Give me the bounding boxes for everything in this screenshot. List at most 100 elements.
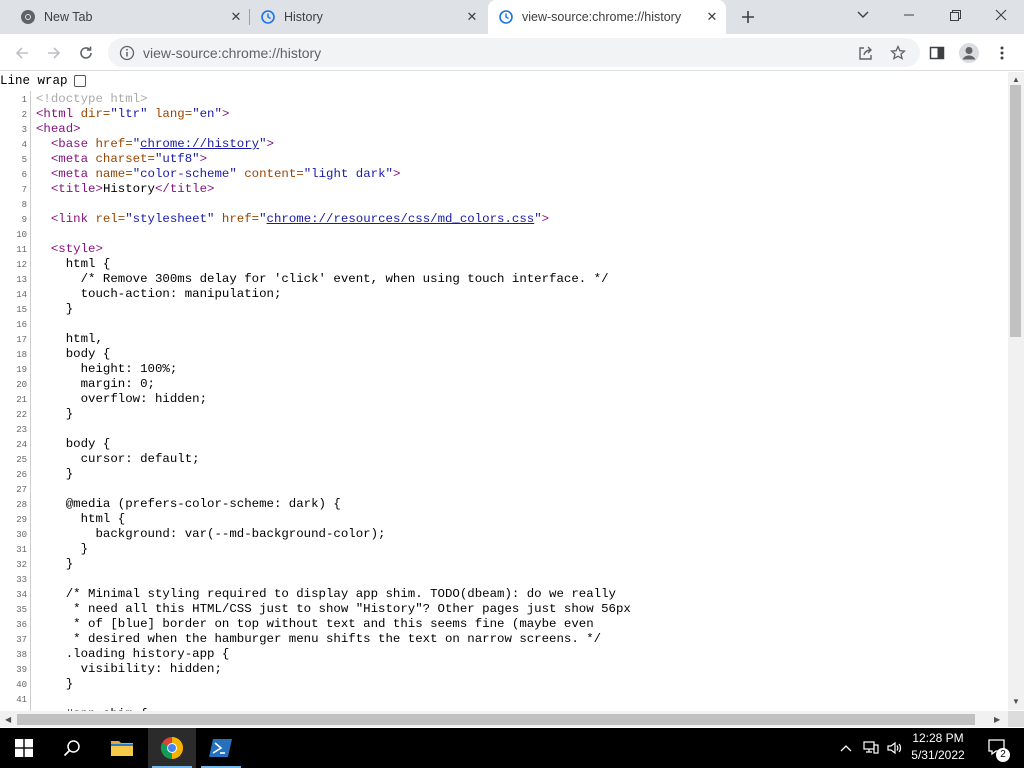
tab-view-source[interactable]: view-source:chrome://history ✕ <box>488 0 726 34</box>
line-content: /* Remove 300ms delay for 'click' event,… <box>36 272 609 286</box>
close-window-button[interactable] <box>978 0 1024 30</box>
source-token: } <box>36 407 74 421</box>
vertical-scrollbar-thumb[interactable] <box>1010 85 1021 337</box>
tab-history[interactable]: History ✕ <box>252 0 486 34</box>
volume-icon <box>887 741 902 755</box>
source-token: href= <box>221 212 260 226</box>
line-number: 25 <box>16 455 27 465</box>
source-token: href= <box>95 137 133 151</box>
taskbar-powershell[interactable] <box>197 728 245 768</box>
source-token: } <box>36 677 74 691</box>
address-bar[interactable]: view-source:chrome://history <box>108 38 920 67</box>
notifications-button[interactable]: 2 <box>978 728 1018 768</box>
source-token <box>36 152 51 166</box>
vertical-scrollbar[interactable]: ▲ ▼ <box>1008 72 1024 710</box>
source-line: 34 /* Minimal styling required to displa… <box>0 587 1008 602</box>
line-number: 2 <box>21 110 27 120</box>
scroll-up-arrow-icon[interactable]: ▲ <box>1012 76 1020 84</box>
source-token: name= <box>95 167 133 181</box>
line-wrap-checkbox[interactable] <box>73 75 86 87</box>
menu-icon <box>1000 46 1004 60</box>
close-icon <box>995 9 1007 21</box>
share-button[interactable] <box>853 40 879 66</box>
source-line: 26 } <box>0 467 1008 482</box>
tab-new-tab[interactable]: New Tab ✕ <box>12 0 250 34</box>
chevron-up-icon <box>840 745 852 752</box>
clock-time: 12:28 PM <box>912 731 964 745</box>
line-content: <head> <box>36 122 81 136</box>
back-button[interactable] <box>8 39 36 67</box>
source-token: <html <box>36 107 81 121</box>
source-line: 2 <html dir="ltr" lang="en"> <box>0 107 1008 122</box>
line-number: 32 <box>16 560 27 570</box>
source-token: > <box>221 107 230 121</box>
close-tab-icon[interactable]: ✕ <box>228 9 244 25</box>
system-clock[interactable]: 12:28 PM 5/31/2022 <box>906 730 970 766</box>
line-number: 15 <box>16 305 27 315</box>
line-content: <html dir="ltr" lang="en"> <box>36 107 229 121</box>
source-token: "ltr" <box>110 107 155 121</box>
source-token: visibility: hidden; <box>36 662 222 676</box>
history-icon <box>498 9 514 25</box>
close-tab-icon[interactable]: ✕ <box>464 9 480 25</box>
scroll-left-arrow-icon[interactable]: ◀ <box>5 715 11 724</box>
scroll-right-arrow-icon[interactable]: ▶ <box>994 715 1000 724</box>
source-line: 35 * need all this HTML/CSS just to show… <box>0 602 1008 617</box>
tab-title: view-source:chrome://history <box>522 10 682 24</box>
line-number: 17 <box>16 335 27 345</box>
line-content: height: 100%; <box>36 362 178 376</box>
line-content: <meta name="color-scheme" content="light… <box>36 167 401 181</box>
network-button[interactable] <box>860 728 882 768</box>
source-token: "en" <box>192 107 222 121</box>
notification-count-badge: 2 <box>996 748 1010 762</box>
tab-search-button[interactable] <box>840 0 886 30</box>
reload-button[interactable] <box>72 39 100 67</box>
source-line: 39 visibility: hidden; <box>0 662 1008 677</box>
line-number: 30 <box>16 530 27 540</box>
taskbar-chrome[interactable] <box>148 728 196 768</box>
volume-button[interactable] <box>884 728 906 768</box>
source-token: body { <box>36 347 111 361</box>
side-panel-button[interactable] <box>924 40 950 66</box>
star-icon <box>890 45 906 60</box>
line-number: 22 <box>16 410 27 420</box>
line-content: overflow: hidden; <box>36 392 207 406</box>
taskbar-file-explorer[interactable] <box>98 728 146 768</box>
line-number: 14 <box>16 290 27 300</box>
source-line: 19 height: 100%; <box>0 362 1008 377</box>
horizontal-scrollbar[interactable]: ◀ ▶ <box>0 711 1008 727</box>
source-link[interactable]: chrome://history <box>140 137 259 151</box>
line-number: 16 <box>16 320 27 330</box>
source-line: 38 .loading history-app { <box>0 647 1008 662</box>
share-icon <box>859 46 872 60</box>
source-token <box>36 212 51 226</box>
source-link[interactable]: chrome://resources/css/md_colors.css <box>267 212 535 226</box>
network-icon <box>863 741 879 754</box>
source-line: 28 @media (prefers-color-scheme: dark) { <box>0 497 1008 512</box>
close-tab-icon[interactable]: ✕ <box>704 9 720 25</box>
source-line: 8 <box>0 197 1008 212</box>
source-line: 5 <meta charset="utf8"> <box>0 152 1008 167</box>
windows-start-icon <box>15 739 33 757</box>
new-tab-button[interactable] <box>736 5 760 29</box>
info-icon[interactable] <box>119 45 135 61</box>
start-button[interactable] <box>0 728 48 768</box>
source-token: charset= <box>95 152 156 166</box>
source-token: " <box>132 137 141 151</box>
scroll-down-arrow-icon[interactable]: ▼ <box>1012 698 1020 706</box>
source-line: 9 <link rel="stylesheet" href="chrome://… <box>0 212 1008 227</box>
show-hidden-icons-button[interactable] <box>836 728 856 768</box>
line-content: html { <box>36 257 111 271</box>
horizontal-scrollbar-thumb[interactable] <box>17 714 975 725</box>
bookmark-button[interactable] <box>885 40 911 66</box>
menu-button[interactable] <box>989 40 1015 66</box>
minimize-button[interactable] <box>886 0 932 30</box>
profile-button[interactable] <box>956 40 982 66</box>
taskbar-search-button[interactable] <box>48 728 96 768</box>
restore-button[interactable] <box>932 0 978 30</box>
source-token: /* Minimal styling required to display a… <box>36 587 616 601</box>
forward-button[interactable] <box>40 39 68 67</box>
back-icon <box>15 47 28 59</box>
source-token: <head> <box>36 122 81 136</box>
line-content: touch-action: manipulation; <box>36 287 282 301</box>
